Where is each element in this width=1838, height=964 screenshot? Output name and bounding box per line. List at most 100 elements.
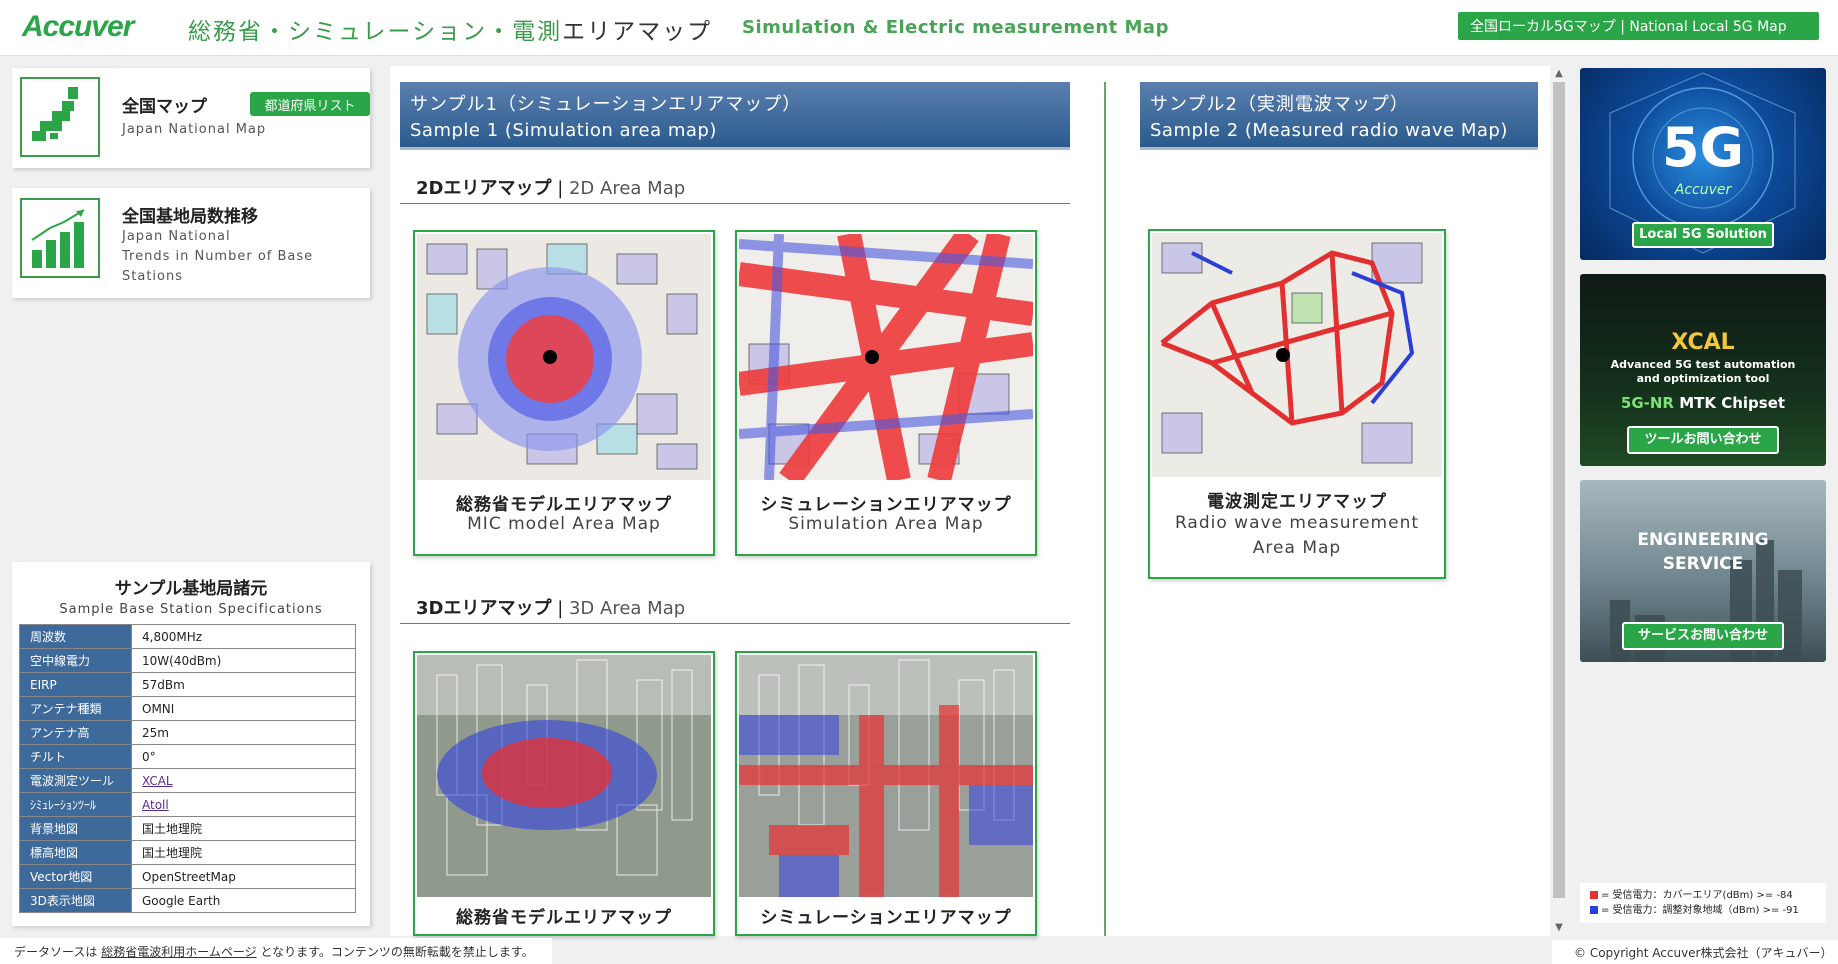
spec-key: 周波数 [19,624,132,649]
spec-row: 3D表示地図 Google Earth [19,888,356,913]
spec-key: アンテナ種類 [19,696,132,721]
sim-2d-caption-en: Simulation Area Map [788,514,984,534]
station-trend-sub2: Trends in Number of Base [122,249,314,264]
radio-2d-caption-en1: Radio wave measurement [1174,513,1420,533]
ad2-line2: and optimization tool [1636,372,1770,385]
legend-red-swatch [1590,891,1598,899]
section-2d-en: 2D Area Map [568,178,686,199]
spec-value: 4,800MHz [131,624,356,649]
section-3d-sep: | [551,598,569,619]
sample1-header: サンプル1（シミュレーションエリアマップ） Sample 1 (Simulati… [400,82,1070,150]
local5g-ad[interactable]: 5G Accuver Local 5G Solution [1580,68,1826,260]
spec-row: アンテナ種類 OMNI [19,696,356,721]
section-2d-header: 2Dエリアマップ | 2D Area Map [416,174,685,200]
spec-row: ｼﾐｭﾚｰｼｮﾝﾂｰﾙ Atoll [19,792,356,817]
sim-2d-map-image [739,234,1033,480]
prefecture-list-button[interactable]: 都道府県リスト [250,92,370,116]
sim-3d-map-card[interactable]: シミュレーションエリアマップ [735,651,1037,936]
sim-3d-map-image [739,655,1033,897]
mic-3d-map-card[interactable]: 総務省モデルエリアマップ [413,651,715,936]
base-station-spec-card: サンプル基地局諸元 Sample Base Station Specificat… [12,562,370,926]
scroll-thumb[interactable] [1553,82,1565,898]
spec-value: 25m [131,720,356,745]
national-map-title: 全国マップ [122,97,207,117]
engineering-ad[interactable]: ENGINEERING SERVICE サービスお問い合わせ [1580,480,1826,662]
header: Accuver 総務省・シミュレーション・電測エリアマップ Simulation… [0,0,1838,56]
section-3d-header: 3Dエリアマップ | 3D Area Map [416,594,685,620]
spec-value: 10W(40dBm) [131,648,356,673]
footer-prefix: データソースは [14,945,102,959]
spec-value: 国土地理院 [131,840,356,865]
spec-value: OMNI [131,696,356,721]
local5g-solution-button[interactable]: Local 5G Solution [1632,222,1774,248]
legend-blue-swatch [1590,906,1598,914]
spec-value-link[interactable]: Atoll [131,792,356,817]
radio-2d-map-card[interactable]: 電波測定エリアマップ Radio wave measurement Area M… [1148,229,1446,579]
sample2-title-jp: サンプル2（実測電波マップ） [1150,94,1409,115]
spec-key: 背景地図 [19,816,132,841]
section-3d-rule [400,623,1070,624]
service-inquiry-button[interactable]: サービスお問い合わせ [1622,622,1784,650]
section-2d-sep: | [551,178,569,199]
ad2-chipset: 5G-NR MTK Chipset [1580,394,1826,412]
spec-key: 標高地図 [19,840,132,865]
japan-map-icon [20,77,100,157]
main-scrollbar[interactable]: ▲ ▼ [1550,66,1568,936]
mic-2d-map-image [417,234,711,480]
spec-key: 空中線電力 [19,648,132,673]
spec-key: 電波測定ツール [19,768,132,793]
column-divider [1104,82,1106,936]
spec-row: Vector地図 OpenStreetMap [19,864,356,889]
local5g-map-button[interactable]: 全国ローカル5Gマップ | National Local 5G Map [1458,12,1819,40]
sample2-header: サンプル2（実測電波マップ） Sample 2 (Measured radio … [1140,82,1538,150]
mic-3d-caption-jp: 総務省モデルエリアマップ [456,908,672,928]
scroll-down-icon[interactable]: ▼ [1550,920,1568,936]
spec-key: アンテナ高 [19,720,132,745]
national-map-card[interactable]: 全国マップ Japan National Map 都道府県リスト [12,68,370,168]
ad1-big-text: 5G [1662,116,1744,179]
ad3-line2: SERVICE [1662,554,1744,574]
page-title: 総務省・シミュレーション・電測エリアマップ [188,12,712,46]
spec-row: 背景地図 国土地理院 [19,816,356,841]
tool-inquiry-button[interactable]: ツールお問い合わせ [1627,426,1779,454]
section-3d-jp: 3Dエリアマップ [416,598,552,619]
sample1-title-en: Sample 1 (Simulation area map) [410,120,717,141]
national-map-subtitle: Japan National Map [122,122,267,137]
station-trend-title: 全国基地局数推移 [122,207,258,227]
page-title-dark: エリアマップ [562,19,713,45]
sample1-title-jp: サンプル1（シミュレーションエリアマップ） [410,94,802,115]
footer-copyright: © Copyright Accuver株式会社（アキュバー） [1552,940,1838,964]
signal-legend: = 受信電力：カバーエリア(dBm) >= -84 = 受信電力：調整対象地域（… [1580,883,1826,923]
page-title-en: Simulation & Electric measurement Map [742,17,1169,38]
mic-2d-map-card[interactable]: 総務省モデルエリアマップ MIC model Area Map [413,230,715,556]
radio-2d-map-image [1152,233,1442,477]
ad2-chip-white: MTK Chipset [1674,394,1786,412]
spec-table: 周波数 4,800MHz 空中線電力 10W(40dBm) EIRP 57dBm アンテナ種… [19,624,356,913]
spec-value: 国土地理院 [131,816,356,841]
scroll-up-icon[interactable]: ▲ [1550,66,1568,82]
legend-red-label: = 受信電力：カバーエリア(dBm) >= -84 [1601,890,1793,901]
mic-radio-homepage-link[interactable]: 総務省電波利用ホームページ [101,945,256,959]
spec-row: 電波測定ツール XCAL [19,768,356,793]
legend-blue-row: = 受信電力：調整対象地域（dBm) >= -91 [1590,903,1816,918]
sim-2d-map-card[interactable]: シミュレーションエリアマップ Simulation Area Map [735,230,1037,556]
station-trend-card[interactable]: 全国基地局数推移 Japan National Trends in Number… [12,188,370,298]
spec-key: 3D表示地図 [19,888,132,913]
spec-value: 57dBm [131,672,356,697]
section-3d-en: 3D Area Map [568,598,686,619]
section-2d-rule [400,203,1070,204]
legend-red-row: = 受信電力：カバーエリア(dBm) >= -84 [1590,888,1816,903]
sim-3d-caption-jp: シミュレーションエリアマップ [760,908,1012,928]
accuver-logo[interactable]: Accuver [22,10,134,44]
spec-value: OpenStreetMap [131,864,356,889]
spec-key: Vector地図 [19,864,132,889]
station-trend-sub3: Stations [122,269,183,284]
spec-title: サンプル基地局諸元 [114,579,268,599]
ad1-brand: Accuver [1674,182,1732,198]
radio-2d-caption-en2: Area Map [1252,538,1342,558]
sample2-title-en: Sample 2 (Measured radio wave Map) [1150,120,1508,141]
ad2-chip-green: 5G-NR [1620,394,1674,412]
spec-value-link[interactable]: XCAL [131,768,356,793]
spec-row: 空中線電力 10W(40dBm) [19,648,356,673]
xcal-ad[interactable]: XCAL Advanced 5G test automation and opt… [1580,274,1826,466]
